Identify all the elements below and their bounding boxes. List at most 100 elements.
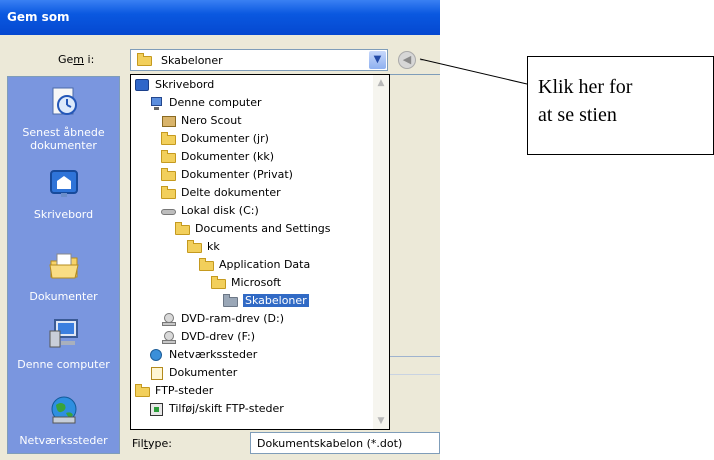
file-list-border: [390, 374, 440, 375]
network-places-icon: [149, 348, 165, 362]
list-item[interactable]: Application Data: [199, 256, 310, 274]
list-item-label: Skabeloner: [243, 294, 309, 307]
toolbar-separator: -: [420, 53, 424, 66]
list-item-label: FTP-steder: [155, 384, 214, 397]
list-item[interactable]: Documents and Settings: [175, 220, 331, 238]
list-item[interactable]: Dokumenter (jr): [161, 130, 269, 148]
dialog-title: Gem som: [7, 10, 70, 24]
list-item[interactable]: Skrivebord: [135, 76, 214, 94]
list-item-label: DVD-ram-drev (D:): [181, 312, 284, 325]
place-label: Netværkssteder: [19, 434, 108, 447]
list-item[interactable]: Delte dokumenter: [161, 184, 281, 202]
nero-scout-icon: [161, 114, 177, 128]
hard-disk-icon: [161, 204, 177, 218]
folder-icon: [187, 240, 203, 254]
place-label: Skrivebord: [33, 208, 94, 221]
place-network-places[interactable]: Netværkssteder: [8, 393, 119, 447]
folder-icon: [223, 294, 239, 308]
list-item-label: Denne computer: [169, 96, 262, 109]
list-item[interactable]: Dokumenter (Privat): [161, 166, 293, 184]
chevron-down-icon[interactable]: ▼: [369, 51, 386, 69]
place-desktop[interactable]: Skrivebord: [8, 167, 119, 221]
list-item[interactable]: Tilføj/skift FTP-steder: [149, 400, 284, 418]
file-type-label: Filtype:: [132, 437, 172, 450]
list-item[interactable]: Lokal disk (C:): [161, 202, 259, 220]
list-item[interactable]: kk: [187, 238, 220, 256]
save-in-label-accelerator: m: [73, 53, 85, 66]
desktop-icon: [135, 78, 151, 92]
my-computer-icon: [49, 319, 78, 348]
list-item-label: Microsoft: [231, 276, 282, 289]
callout-line-1: Klik her for: [538, 76, 633, 98]
place-documents[interactable]: Dokumenter: [8, 249, 119, 303]
places-bar: Senest åbnede dokumenter Skrivebord Doku…: [7, 76, 120, 454]
place-my-computer[interactable]: Denne computer: [8, 317, 119, 371]
list-item-label: Netværkssteder: [169, 348, 258, 361]
list-item-label: Documents and Settings: [195, 222, 331, 235]
callout-text: Klik her for at se stien: [538, 73, 632, 129]
back-button[interactable]: ◀: [398, 51, 416, 69]
folder-icon: [135, 384, 151, 398]
folder-icon: [211, 276, 227, 290]
title-bar[interactable]: Gem som: [0, 0, 440, 35]
list-item[interactable]: DVD-drev (F:): [161, 328, 255, 346]
file-list-border: [390, 74, 440, 75]
list-item-label: DVD-drev (F:): [181, 330, 256, 343]
save-in-label-part: Ge: [58, 53, 74, 66]
list-item-label: Dokumenter (jr): [181, 132, 269, 145]
list-item[interactable]: Netværkssteder: [149, 346, 257, 364]
ftp-edit-icon: [149, 402, 165, 416]
save-in-value: Skabeloner: [161, 54, 223, 67]
place-label: Dokumenter: [29, 290, 98, 303]
file-list-border: [390, 356, 440, 357]
list-item[interactable]: FTP-steder: [135, 382, 213, 400]
dropdown-scrollbar[interactable]: ▲ ▼: [373, 75, 389, 429]
callout-box: Klik her for at se stien: [527, 56, 714, 155]
list-item-label: Application Data: [219, 258, 311, 271]
save-as-dialog: Gem som Gem i: Skabeloner ▼ ◀ - Senest å…: [0, 0, 440, 460]
list-item-label: Skrivebord: [155, 78, 215, 91]
folder-icon: [161, 150, 177, 164]
folder-icon: [199, 258, 215, 272]
folder-icon: [175, 222, 191, 236]
file-type-label-part: Fil: [132, 437, 144, 450]
folder-icon: [137, 53, 153, 67]
folder-icon: [161, 168, 177, 182]
recent-documents-icon: [52, 87, 77, 115]
list-item-label: Dokumenter (Privat): [181, 168, 293, 181]
list-item-label: kk: [207, 240, 220, 253]
list-item[interactable]: Nero Scout: [161, 112, 242, 130]
folder-icon: [161, 132, 177, 146]
place-recent-documents[interactable]: Senest åbnede dokumenter: [8, 85, 119, 152]
save-in-combobox[interactable]: Skabeloner ▼: [130, 49, 388, 71]
list-item-label: Dokumenter (kk): [181, 150, 275, 163]
list-item[interactable]: Microsoft: [211, 274, 281, 292]
documents-icon: [149, 366, 165, 380]
list-item-label: Tilføj/skift FTP-steder: [169, 402, 284, 415]
documents-icon: [48, 253, 79, 279]
list-item-label: Lokal disk (C:): [181, 204, 259, 217]
list-item[interactable]: DVD-ram-drev (D:): [161, 310, 284, 328]
chevron-up-icon[interactable]: ▲: [373, 75, 389, 91]
save-in-label-part: i:: [84, 53, 95, 66]
desktop-icon: [49, 170, 78, 197]
list-item-label: Nero Scout: [181, 114, 242, 127]
network-places-icon: [51, 396, 76, 424]
list-item[interactable]: Dokumenter (kk): [161, 148, 274, 166]
dvd-drive-icon: [161, 330, 177, 344]
chevron-down-icon[interactable]: ▼: [373, 413, 389, 429]
list-item-selected[interactable]: Skabeloner: [223, 292, 309, 310]
file-type-combobox[interactable]: Dokumentskabelon (*.dot): [250, 432, 440, 454]
list-item-label: Delte dokumenter: [181, 186, 281, 199]
list-item-label: Dokumenter: [169, 366, 238, 379]
place-label: Denne computer: [17, 358, 110, 371]
list-item[interactable]: Dokumenter: [149, 364, 237, 382]
my-computer-icon: [149, 96, 165, 110]
save-in-dropdown-list[interactable]: Skrivebord Denne computer Nero Scout Dok…: [130, 74, 390, 430]
place-label: Senest åbnede dokumenter: [22, 126, 105, 152]
list-item[interactable]: Denne computer: [149, 94, 262, 112]
folder-icon: [161, 186, 177, 200]
save-in-label: Gem i:: [58, 53, 94, 66]
file-type-value: Dokumentskabelon (*.dot): [257, 437, 403, 450]
file-type-label-part: ype:: [147, 437, 172, 450]
